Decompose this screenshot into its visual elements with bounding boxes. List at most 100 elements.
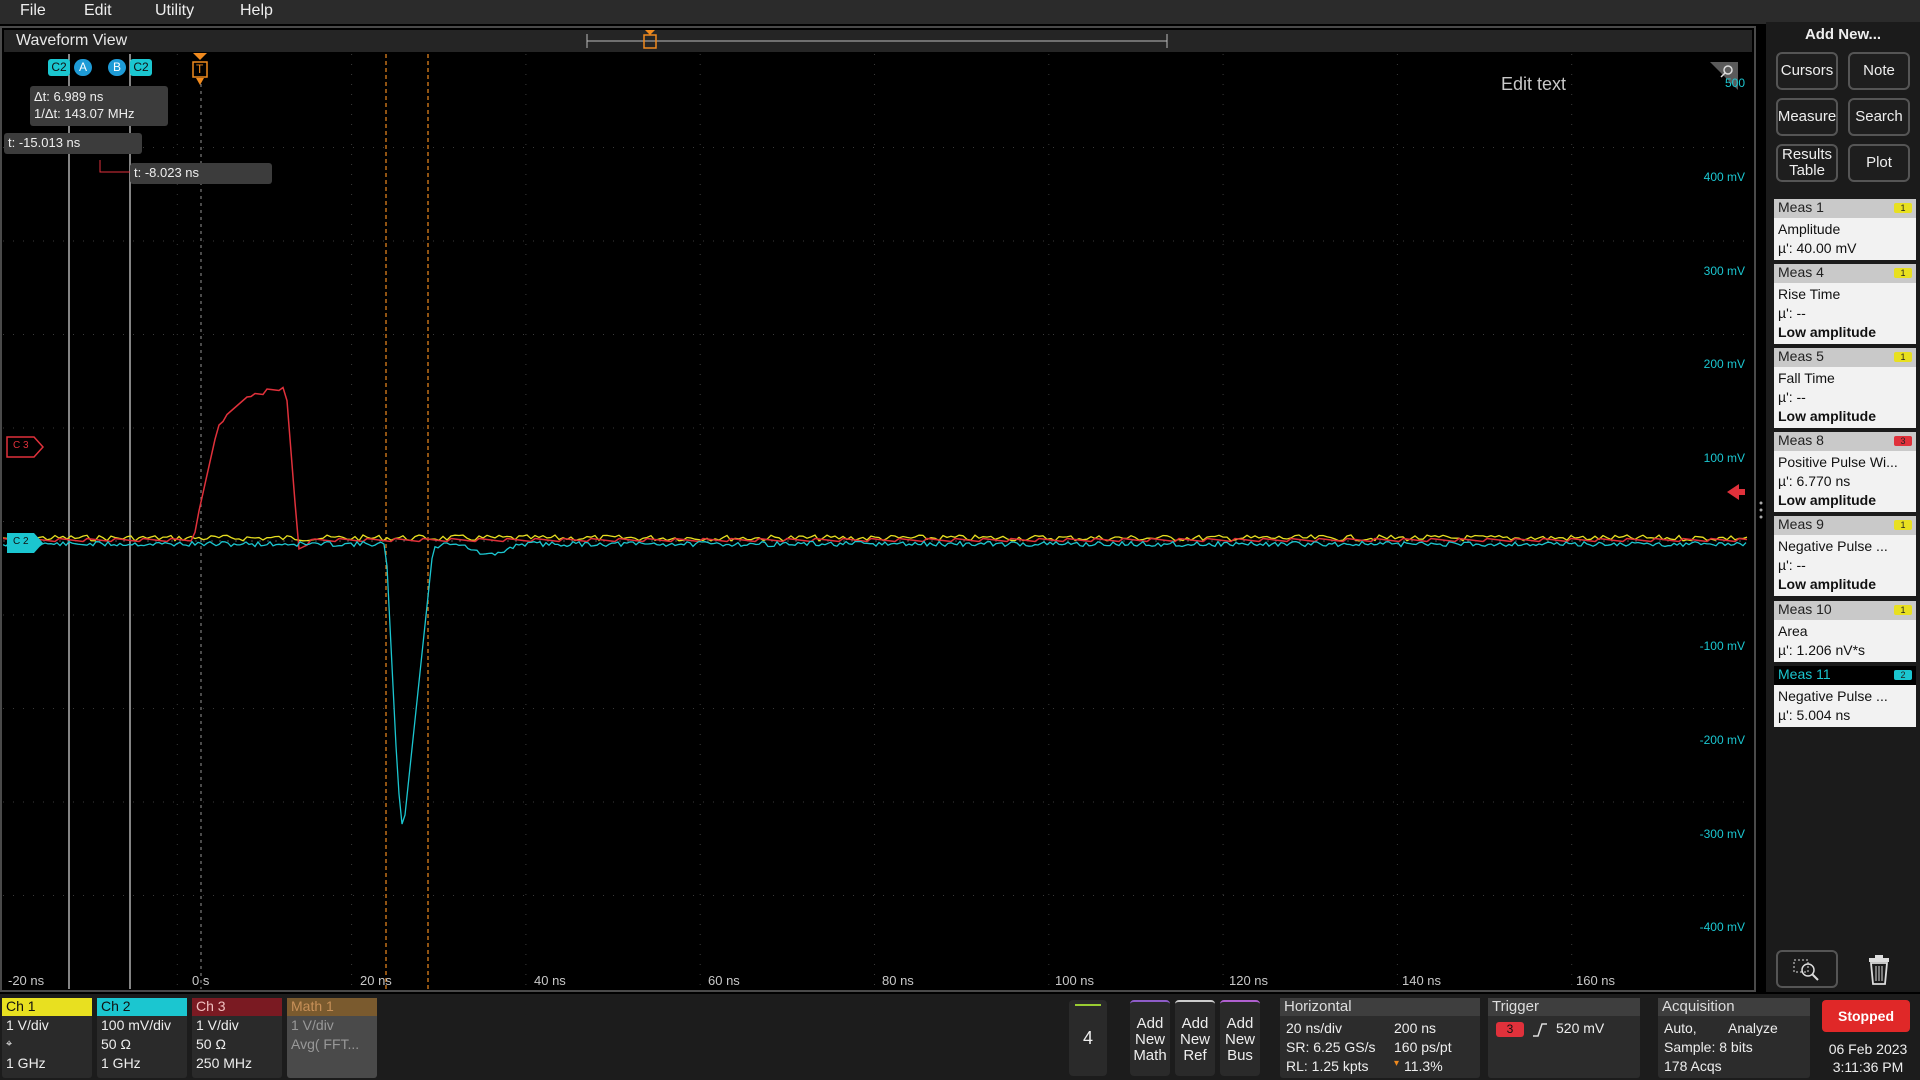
cursors-button[interactable]: Cursors xyxy=(1776,52,1838,90)
plot-button[interactable]: Plot xyxy=(1848,144,1910,182)
record-overview-bar[interactable] xyxy=(585,30,1170,52)
add-new-ref-button[interactable]: Add New Ref xyxy=(1175,1000,1215,1076)
meas-badge-8[interactable]: Meas 83 Positive Pulse Wi... µ': 6.770 n… xyxy=(1774,432,1916,512)
cursor-tag-c2-a-source[interactable]: C2 xyxy=(48,59,70,76)
edit-text-label[interactable]: Edit text xyxy=(1501,74,1566,95)
meas-badge-11[interactable]: Meas 11 2 Negative Pulse ... µ': 5.004 ns xyxy=(1774,666,1916,727)
y-axis-label: 300 mV xyxy=(1703,264,1745,278)
cursor-b-readout[interactable]: t: -8.023 ns xyxy=(130,163,272,184)
ch3-badge-title: Ch 3 xyxy=(192,998,282,1016)
meas-type: Fall Time xyxy=(1778,370,1835,386)
cursor-delta-readout[interactable]: Δt: 6.989 ns 1/Δt: 143.07 MHz xyxy=(30,86,168,126)
add-math-label: Add New Math xyxy=(1133,1015,1167,1064)
trigger-marker-label: T xyxy=(196,62,204,76)
delta-t-value: Δt: 6.989 ns xyxy=(34,89,104,104)
x-axis-label: 160 ns xyxy=(1576,973,1616,988)
add-new-bus-button[interactable]: Add New Bus xyxy=(1220,1000,1260,1076)
meas-type: Negative Pulse ... xyxy=(1778,688,1888,704)
trigger-source-badge: 3 xyxy=(1496,1022,1524,1037)
meas-badge-header: Meas 41 xyxy=(1774,264,1916,283)
meas-warning: Low amplitude xyxy=(1778,492,1876,508)
ch2-bandwidth: 1 GHz xyxy=(101,1055,141,1071)
delete-button[interactable] xyxy=(1848,950,1910,988)
y-axis-label: -100 mV xyxy=(1699,639,1745,653)
ch1-badge-title: Ch 1 xyxy=(2,998,92,1016)
y-axis-label: 500 xyxy=(1724,76,1745,90)
run-stop-button[interactable]: Stopped xyxy=(1822,1000,1910,1032)
search-button[interactable]: Search xyxy=(1848,98,1910,136)
ch2-badge-title: Ch 2 xyxy=(97,998,187,1016)
meas-type: Area xyxy=(1778,623,1808,639)
x-axis-label: 60 ns xyxy=(708,973,740,988)
menu-help[interactable]: Help xyxy=(240,2,273,20)
measure-button[interactable]: Measure xyxy=(1776,98,1838,136)
add-new-title: Add New... xyxy=(1804,26,1882,43)
trigger-panel[interactable]: Trigger 3 520 mV xyxy=(1488,998,1640,1078)
meas-value: µ': 6.770 ns xyxy=(1778,473,1851,489)
channel-indicator xyxy=(1075,1004,1101,1006)
waveform-ch2 xyxy=(3,540,1747,825)
meas-badge-4[interactable]: Meas 41 Rise Time µ': -- Low amplitude xyxy=(1774,264,1916,344)
sample-rate: SR: 6.25 GS/s xyxy=(1286,1039,1376,1055)
y-axis-label: 200 mV xyxy=(1703,357,1745,371)
cursor-tag-c2-b-source[interactable]: C2 xyxy=(130,59,152,76)
math1-expression: Avg( FFT... xyxy=(291,1036,360,1052)
ch2-offset-marker[interactable]: C 2 xyxy=(6,532,44,554)
note-button[interactable]: Note xyxy=(1848,52,1910,90)
add-ref-label: Add New Ref xyxy=(1179,1015,1210,1064)
meas-badge-header: Meas 11 xyxy=(1774,199,1916,218)
menu-edit[interactable]: Edit xyxy=(84,2,112,20)
y-axis-label: -300 mV xyxy=(1699,827,1745,841)
ch3-badge[interactable]: Ch 3 1 V/div 50 Ω 250 MHz xyxy=(192,998,282,1078)
waveform-view-title: Waveform View xyxy=(16,32,128,49)
meas-badge-1[interactable]: Meas 11 Amplitude µ': 40.00 mV xyxy=(1774,199,1916,260)
y-axis-label: -400 mV xyxy=(1699,920,1745,934)
horizontal-panel[interactable]: Horizontal 20 ns/div 200 ns SR: 6.25 GS/… xyxy=(1280,998,1480,1078)
meas-type: Negative Pulse ... xyxy=(1778,538,1888,554)
x-axis-label: 0 s xyxy=(192,973,210,988)
x-axis-label: 40 ns xyxy=(534,973,566,988)
ch2-badge[interactable]: Ch 2 100 mV/div 50 Ω 1 GHz xyxy=(97,998,187,1078)
graticule[interactable] xyxy=(3,54,1749,990)
meas-badge-5[interactable]: Meas 51 Fall Time µ': -- Low amplitude xyxy=(1774,348,1916,428)
add-new-math-button[interactable]: Add New Math xyxy=(1130,1000,1170,1076)
cursor-a-readout[interactable]: t: -15.013 ns xyxy=(4,133,142,154)
meas-badge-header: Meas 91 xyxy=(1774,516,1916,535)
trigger-level: 520 mV xyxy=(1556,1020,1605,1036)
cursor-tag-b[interactable]: B xyxy=(108,59,126,76)
meas-badge-header: Meas 51 xyxy=(1774,348,1916,367)
ch1-bandwidth: 1 GHz xyxy=(6,1055,46,1071)
meas-badge-9[interactable]: Meas 91 Negative Pulse ... µ': -- Low am… xyxy=(1774,516,1916,596)
zoom-button[interactable] xyxy=(1776,950,1838,988)
meas-warning: Low amplitude xyxy=(1778,576,1876,592)
y-axis-label: -200 mV xyxy=(1699,733,1745,747)
date-display: 06 Feb 2023 xyxy=(1828,1041,1908,1057)
meas-value: µ': 5.004 ns xyxy=(1778,707,1851,723)
trigger-position-marker[interactable]: T xyxy=(191,53,209,91)
meas-value: µ': 40.00 mV xyxy=(1778,240,1857,256)
results-table-button[interactable]: Results Table xyxy=(1776,144,1838,182)
meas-badge-10[interactable]: Meas 10 1 Area µ': 1.206 nV*s xyxy=(1774,601,1916,662)
math1-badge[interactable]: Math 1 1 V/div Avg( FFT... xyxy=(287,998,377,1078)
meas-badge-header: Meas 83 xyxy=(1774,432,1916,451)
ch1-badge[interactable]: Ch 1 1 V/div ⌖ 1 GHz xyxy=(2,998,92,1078)
meas-badge-header: Meas 10 1 xyxy=(1774,601,1916,620)
y-axis-label: 100 mV xyxy=(1703,451,1745,465)
panel-resize-handle[interactable] xyxy=(1759,500,1763,520)
acquisition-panel[interactable]: Acquisition Auto, Analyze Sample: 8 bits… xyxy=(1658,998,1810,1078)
meas-type: Amplitude xyxy=(1778,221,1841,237)
ch3-offset-marker[interactable]: C 3 xyxy=(6,436,45,458)
meas-value: µ': -- xyxy=(1778,557,1806,573)
trigger-title: Trigger xyxy=(1488,998,1640,1016)
menu-utility[interactable]: Utility xyxy=(155,2,194,20)
trigger-level-arrow-icon[interactable] xyxy=(1727,482,1745,502)
ch3-marker-label: C 3 xyxy=(13,440,29,451)
menu-file[interactable]: File xyxy=(20,2,46,20)
inverse-delta-t-value: 1/Δt: 143.07 MHz xyxy=(34,106,135,121)
x-axis-label: 120 ns xyxy=(1229,973,1269,988)
x-axis-label: 80 ns xyxy=(882,973,914,988)
grid-dots xyxy=(3,54,1747,988)
ch3-bandwidth: 250 MHz xyxy=(196,1055,253,1071)
channel-count-button[interactable]: 4 xyxy=(1069,1000,1107,1076)
cursor-tag-a[interactable]: A xyxy=(74,59,92,76)
